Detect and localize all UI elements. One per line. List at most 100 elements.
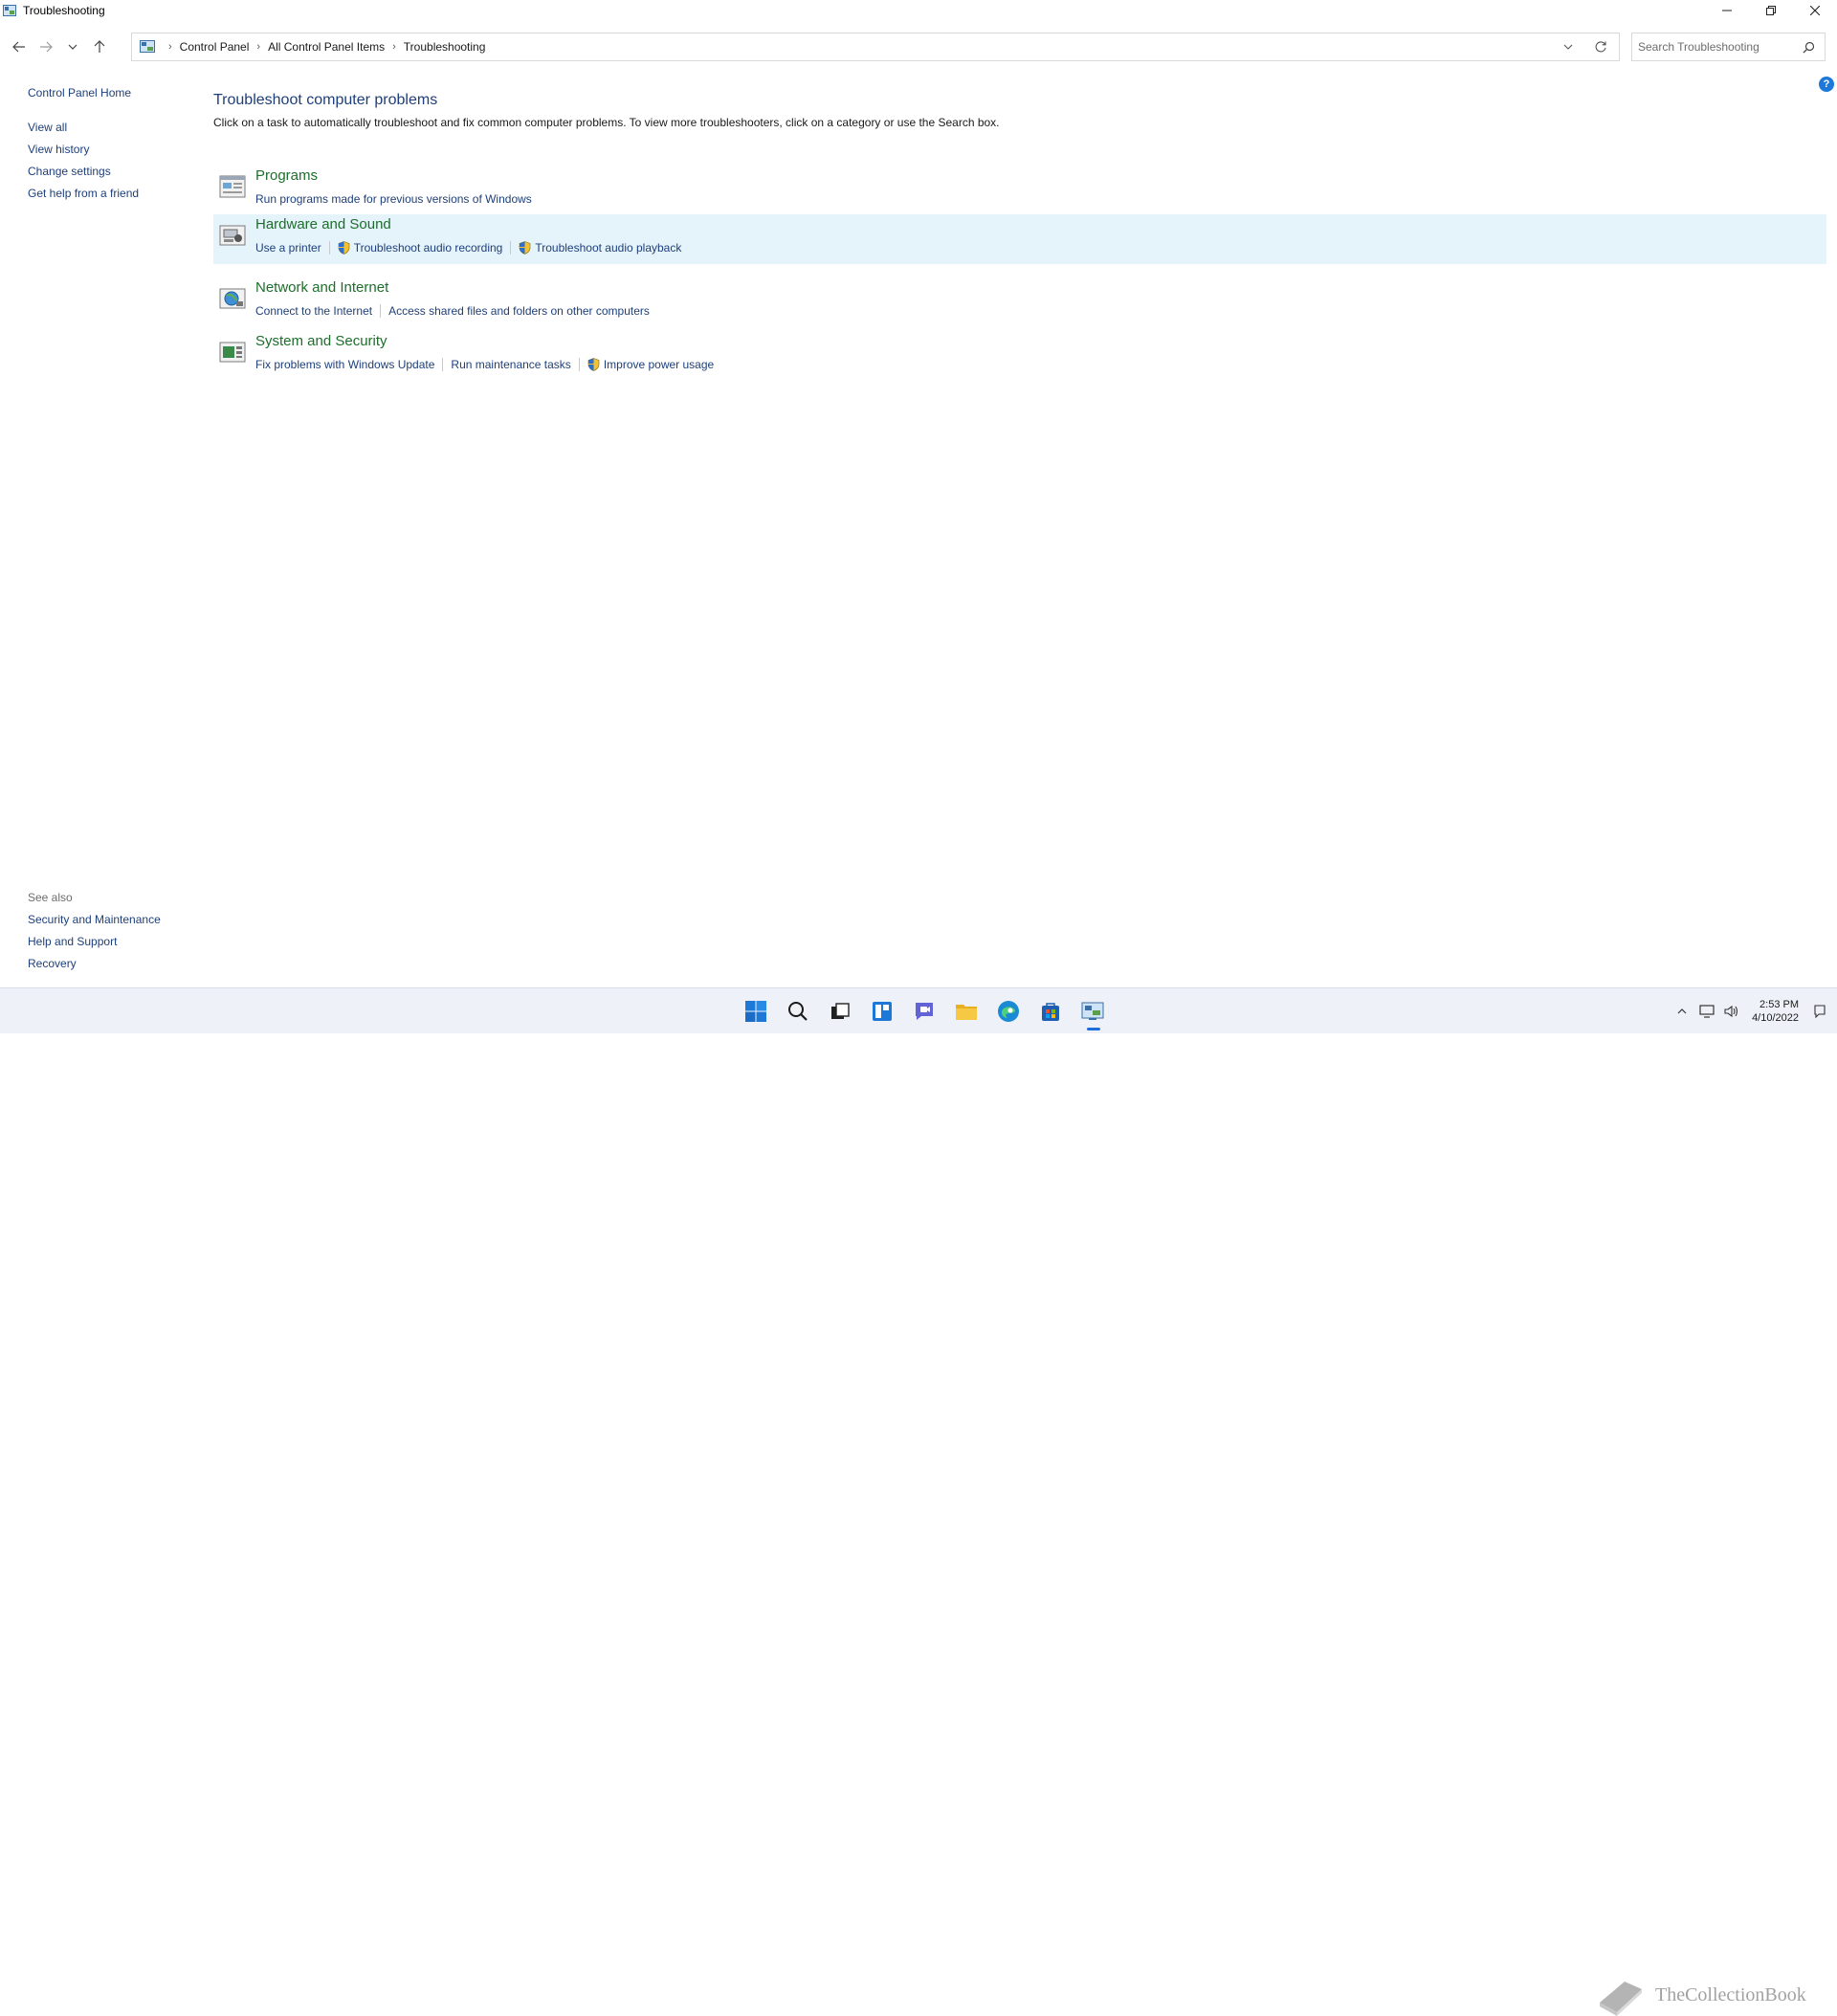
category-links: Run programs made for previous versions … (255, 192, 532, 206)
improve-power-usage-link[interactable]: Improve power usage (587, 358, 714, 371)
breadcrumb-control-panel[interactable]: Control Panel (180, 40, 250, 54)
run-previous-versions-link[interactable]: Run programs made for previous versions … (255, 192, 532, 206)
category-links: Fix problems with Windows Update Run mai… (255, 358, 714, 371)
close-button[interactable] (1793, 0, 1837, 21)
control-panel-icon (1081, 1002, 1104, 1020)
back-button[interactable] (6, 33, 33, 60)
breadcrumb-troubleshooting[interactable]: Troubleshooting (404, 40, 486, 54)
control-panel-home-link[interactable]: Control Panel Home (28, 86, 139, 100)
link-label[interactable]: Troubleshoot audio recording (354, 241, 503, 255)
control-panel-taskbar-button[interactable] (1072, 988, 1114, 1034)
close-icon (1810, 6, 1820, 15)
uac-shield-icon (520, 241, 531, 255)
category-links: Use a printer Troubleshoot audio recordi… (255, 241, 681, 255)
page-title: Troubleshoot computer problems (213, 92, 438, 108)
left-nav: Control Panel Home View all View history… (28, 86, 139, 205)
file-explorer-icon (956, 1005, 977, 1020)
view-all-link[interactable]: View all (28, 117, 139, 139)
main-content: Troubleshoot computer problems Click on … (213, 92, 1000, 129)
chevron-right-icon: › (168, 41, 172, 53)
chevron-right-icon: › (256, 41, 261, 53)
category-programs[interactable]: Programs Run programs made for previous … (213, 166, 1826, 215)
view-history-link[interactable]: View history (28, 139, 139, 161)
troubleshoot-audio-recording-link[interactable]: Troubleshoot audio recording (338, 241, 503, 255)
search-icon[interactable] (1803, 41, 1815, 54)
book-icon (1600, 1982, 1642, 2016)
search-input[interactable] (1638, 40, 1791, 54)
recent-locations-button[interactable] (59, 33, 86, 60)
category-hardware-and-sound[interactable]: Hardware and Sound Use a printer Trouble… (213, 214, 1826, 264)
link-divider (442, 358, 444, 371)
see-also: See also Security and Maintenance Help a… (28, 887, 161, 975)
file-explorer-button[interactable] (945, 988, 987, 1034)
link-label[interactable]: Run programs made for previous versions … (255, 192, 532, 206)
get-help-from-friend-link[interactable]: Get help from a friend (28, 183, 139, 205)
change-settings-link[interactable]: Change settings (28, 161, 139, 183)
uac-shield-icon (338, 241, 350, 255)
link-divider (380, 304, 382, 318)
up-button[interactable] (86, 33, 113, 60)
help-icon[interactable]: ? (1819, 77, 1834, 92)
window-title: Troubleshooting (23, 4, 105, 17)
link-label[interactable]: Access shared files and folders on other… (388, 304, 650, 318)
minimize-button[interactable] (1705, 0, 1749, 21)
category-system-and-security[interactable]: System and Security Fix problems with Wi… (213, 331, 1826, 381)
restore-button[interactable] (1749, 0, 1793, 21)
chat-icon (916, 1003, 933, 1020)
link-label[interactable]: Run maintenance tasks (451, 358, 570, 371)
clock[interactable]: 2:53 PM 4/10/2022 (1752, 998, 1799, 1025)
task-view-button[interactable] (819, 988, 861, 1034)
watermark-text: TheCollectionBook (1655, 1983, 1806, 2005)
task-view-icon (831, 1003, 850, 1019)
control-panel-icon (140, 40, 155, 53)
link-label[interactable]: Connect to the Internet (255, 304, 372, 318)
refresh-button[interactable] (1594, 40, 1607, 58)
widgets-icon (873, 1002, 892, 1021)
store-button[interactable] (1029, 988, 1072, 1034)
breadcrumb-all-items[interactable]: All Control Panel Items (268, 40, 385, 54)
start-button[interactable] (735, 988, 777, 1034)
run-maintenance-tasks-link[interactable]: Run maintenance tasks (451, 358, 570, 371)
uac-shield-icon (587, 358, 600, 371)
chat-button[interactable] (903, 988, 945, 1034)
category-title[interactable]: System and Security (255, 333, 387, 349)
category-title[interactable]: Network and Internet (255, 279, 388, 296)
clock-date: 4/10/2022 (1752, 1012, 1799, 1024)
category-title[interactable]: Hardware and Sound (255, 216, 391, 233)
fix-windows-update-link[interactable]: Fix problems with Windows Update (255, 358, 434, 371)
programs-icon (219, 175, 246, 198)
notifications-button[interactable] (1810, 988, 1829, 1034)
network-tray-button[interactable] (1694, 988, 1719, 1034)
volume-tray-button[interactable] (1719, 988, 1744, 1034)
access-shared-files-link[interactable]: Access shared files and folders on other… (388, 304, 650, 318)
connect-to-internet-link[interactable]: Connect to the Internet (255, 304, 372, 318)
page-description: Click on a task to automatically trouble… (213, 116, 1000, 129)
link-label[interactable]: Fix problems with Windows Update (255, 358, 434, 371)
notification-icon (1814, 1005, 1826, 1018)
recovery-link[interactable]: Recovery (28, 953, 161, 975)
arrow-left-icon (12, 41, 25, 53)
link-label[interactable]: Troubleshoot audio playback (535, 241, 681, 255)
troubleshoot-audio-playback-link[interactable]: Troubleshoot audio playback (519, 241, 681, 255)
edge-button[interactable] (987, 988, 1029, 1034)
chevron-down-icon (68, 44, 77, 50)
link-label[interactable]: Use a printer (255, 241, 321, 255)
system-security-icon (219, 342, 246, 363)
help-and-support-link[interactable]: Help and Support (28, 931, 161, 953)
widgets-button[interactable] (861, 988, 903, 1034)
category-network-and-internet[interactable]: Network and Internet Connect to the Inte… (213, 277, 1826, 327)
taskbar-search-button[interactable] (777, 988, 819, 1034)
link-label[interactable]: Improve power usage (604, 358, 714, 371)
search-icon (788, 1002, 808, 1021)
use-printer-link[interactable]: Use a printer (255, 241, 321, 255)
show-hidden-icons-button[interactable] (1670, 988, 1694, 1034)
search-box[interactable] (1631, 33, 1826, 61)
breadcrumb[interactable]: › Control Panel › All Control Panel Item… (131, 33, 1620, 61)
control-panel-icon (3, 5, 16, 16)
address-history-button[interactable] (1563, 40, 1573, 58)
security-and-maintenance-link[interactable]: Security and Maintenance (28, 909, 161, 931)
refresh-icon (1595, 41, 1606, 53)
taskbar-apps (735, 988, 1114, 1034)
category-title[interactable]: Programs (255, 167, 318, 184)
forward-button[interactable] (33, 33, 59, 60)
